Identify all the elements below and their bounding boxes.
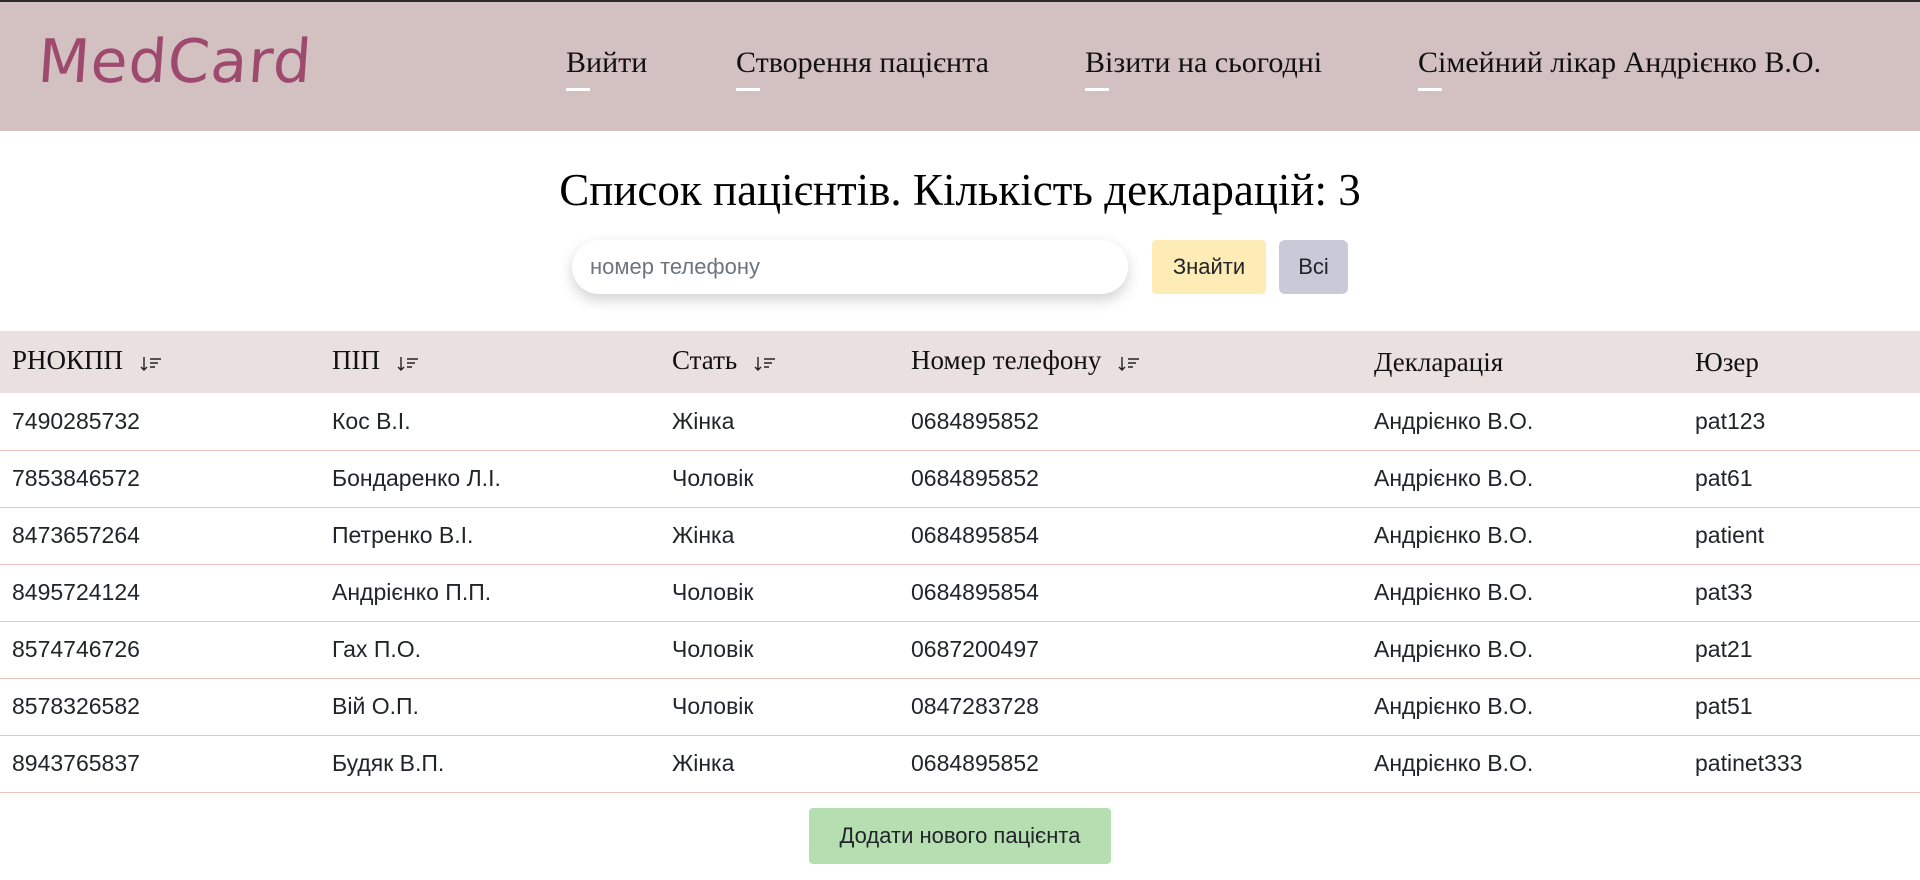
cell-rnokpp: 8574746726 — [12, 636, 140, 662]
cell-name: Кос В.І. — [332, 407, 411, 434]
cell-user: pat21 — [1695, 636, 1753, 662]
sort-icon[interactable] — [140, 348, 162, 379]
cell-rnokpp: 8473657264 — [12, 522, 140, 548]
nav-underline — [1085, 88, 1109, 91]
table-row[interactable]: 8578326582 Вій О.П. Чоловік 0847283728 А… — [0, 678, 1920, 735]
nav-underline — [566, 88, 590, 91]
column-header-label: Номер телефону — [911, 345, 1102, 376]
column-header-label: РНОКПП — [12, 345, 124, 376]
cell-phone: 0684895854 — [911, 522, 1039, 548]
cell-user: patient — [1695, 522, 1765, 548]
table-row[interactable]: 8943765837 Будяк В.П. Жінка 0684895852 А… — [0, 735, 1920, 792]
cell-phone: 0847283728 — [911, 693, 1039, 719]
column-header-label: Стать — [672, 345, 738, 376]
table-row[interactable]: 8574746726 Гах П.О. Чоловік 0687200497 А… — [0, 621, 1920, 678]
cell-gender: Чоловік — [672, 579, 754, 605]
cell-name: Бондаренко Л.І. — [332, 465, 501, 491]
cell-gender: Чоловік — [672, 636, 754, 662]
cell-phone: 0684895852 — [911, 465, 1039, 491]
show-all-button[interactable]: Всі — [1279, 240, 1348, 294]
nav-logout-label: Вийти — [566, 46, 648, 79]
column-header-declaration: Декларація — [1374, 346, 1504, 377]
column-header-name[interactable]: ПІП — [320, 331, 660, 393]
column-header-gender[interactable]: Стать — [660, 331, 899, 393]
cell-declaration: Андрієнко В.О. — [1374, 522, 1534, 548]
cell-gender: Жінка — [672, 407, 735, 434]
page-title: Список пацієнтів. Кількість декларацій: … — [559, 165, 1361, 215]
add-patient-button[interactable]: Додати нового пацієнта — [809, 808, 1111, 864]
table-row[interactable]: 8473657264 Петренко В.І. Жінка 068489585… — [0, 507, 1920, 564]
patients-table: РНОКПП ПІП Стать Номер телефону Декларац… — [0, 331, 1920, 793]
cell-declaration: Андрієнко В.О. — [1374, 579, 1534, 605]
sort-icon[interactable] — [397, 348, 419, 379]
cell-name: Андрієнко П.П. — [332, 579, 492, 605]
cell-name: Петренко В.І. — [332, 522, 474, 548]
cell-phone: 0684895852 — [911, 750, 1039, 776]
cell-phone: 0687200497 — [911, 636, 1039, 662]
cell-user: pat61 — [1695, 465, 1753, 491]
cell-user: patinet333 — [1695, 750, 1803, 776]
table-row[interactable]: 7490285732 Кос В.І. Жінка 0684895852 Анд… — [0, 393, 1920, 450]
cell-phone: 0684895854 — [911, 579, 1039, 605]
phone-search-input[interactable] — [572, 240, 1128, 294]
cell-user: pat123 — [1695, 407, 1766, 434]
cell-user: pat33 — [1695, 579, 1753, 605]
column-header-phone[interactable]: Номер телефону — [899, 331, 1362, 393]
top-navbar: MedCard Вийти Створення пацієнта Візити … — [0, 2, 1920, 131]
table-row[interactable]: 7853846572 Бондаренко Л.І. Чоловік 06848… — [0, 450, 1920, 507]
cell-gender: Жінка — [672, 522, 735, 548]
cell-gender: Чоловік — [672, 693, 754, 719]
nav-create-patient-label: Створення пацієнта — [736, 46, 989, 79]
column-header-user: Юзер — [1695, 346, 1759, 377]
cell-gender: Чоловік — [672, 465, 754, 491]
cell-declaration: Андрієнко В.О. — [1374, 693, 1534, 719]
app-logo[interactable]: MedCard — [36, 27, 315, 97]
cell-name: Гах П.О. — [332, 636, 422, 662]
cell-rnokpp: 7853846572 — [12, 465, 140, 491]
nav-family-doctor-label: Сімейний лікар Андрієнко В.О. — [1418, 46, 1822, 79]
cell-gender: Жінка — [672, 750, 735, 776]
nav-underline — [1418, 88, 1442, 91]
cell-name: Будяк В.П. — [332, 750, 445, 776]
cell-declaration: Андрієнко В.О. — [1374, 465, 1534, 491]
find-button[interactable]: Знайти — [1152, 240, 1266, 294]
nav-create-patient[interactable]: Створення пацієнта — [736, 46, 989, 91]
cell-declaration: Андрієнко В.О. — [1374, 750, 1534, 776]
table-row[interactable]: 8495724124 Андрієнко П.П. Чоловік 068489… — [0, 564, 1920, 621]
cell-phone: 0684895852 — [911, 407, 1039, 434]
cell-rnokpp: 8943765837 — [12, 750, 140, 776]
cell-declaration: Андрієнко В.О. — [1374, 407, 1534, 434]
cell-user: pat51 — [1695, 693, 1753, 719]
nav-visits-today-label: Візити на сьогодні — [1085, 46, 1323, 79]
nav-logout[interactable]: Вийти — [566, 46, 648, 91]
nav-visits-today[interactable]: Візити на сьогодні — [1085, 46, 1323, 91]
cell-rnokpp: 8578326582 — [12, 693, 140, 719]
nav-family-doctor[interactable]: Сімейний лікар Андрієнко В.О. — [1418, 46, 1822, 91]
column-header-label: ПІП — [332, 345, 380, 376]
nav-underline — [736, 88, 760, 91]
table-header-row: РНОКПП ПІП Стать Номер телефону Декларац… — [0, 331, 1920, 393]
sort-icon[interactable] — [1118, 348, 1140, 379]
cell-rnokpp: 8495724124 — [12, 579, 140, 605]
cell-name: Вій О.П. — [332, 693, 419, 719]
column-header-rnokpp[interactable]: РНОКПП — [0, 331, 320, 393]
sort-icon[interactable] — [754, 348, 776, 379]
cell-rnokpp: 7490285732 — [12, 407, 140, 434]
cell-declaration: Андрієнко В.О. — [1374, 636, 1534, 662]
